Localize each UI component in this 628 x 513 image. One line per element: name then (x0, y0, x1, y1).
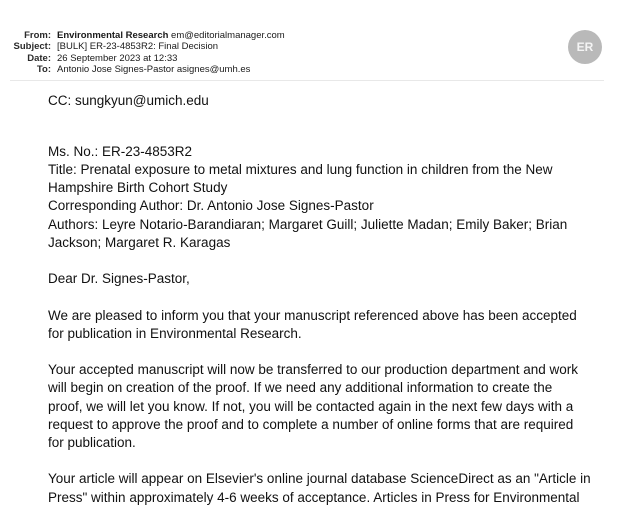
subject-label: Subject: (13, 41, 51, 52)
corresponding-author: Corresponding Author: Dr. Antonio Jose S… (48, 198, 374, 214)
paragraph-2-line-5: for publication. (48, 435, 136, 450)
greeting: Dear Dr. Signes-Pastor, (48, 271, 190, 287)
manuscript-number: Ms. No.: ER-23-4853R2 (48, 143, 193, 159)
recipient[interactable]: Antonio Jose Signes-Pastor asignes@umh.e… (57, 64, 250, 76)
sender-name[interactable]: Environmental Research (57, 30, 168, 41)
paragraph-1-line-2: for publication in Environmental Researc… (48, 325, 302, 341)
paragraph-2-line-4: request to approve the proof and to comp… (48, 416, 574, 432)
paragraph-2-line-3: proof, we will let you know. If not, you… (48, 398, 574, 414)
header-divider (10, 80, 604, 81)
sender-avatar: ER (568, 30, 602, 64)
paragraph-2-line-2: will begin on creation of the proof. If … (48, 380, 553, 396)
email-body: CC: sungkyun@umich.edu Ms. No.: ER-23-48… (48, 92, 608, 507)
subject-text: [BULK] ER-23-4853R2: Final Decision (57, 41, 219, 52)
manuscript-title-line-1: Title: Prenatal exposure to metal mixtur… (48, 162, 553, 177)
paragraph-2-line-1: Your accepted manuscript will now be tra… (48, 362, 579, 378)
paragraph-1-line-1: We are pleased to inform you that your m… (48, 307, 577, 323)
email-header: From: Environmental Research em@editoria… (0, 0, 628, 80)
cc-line: CC: sungkyun@umich.edu (48, 93, 209, 108)
paragraph-3-line-2: Press" within approximately 4-6 weeks of… (48, 489, 580, 505)
sender-email[interactable]: em@editorialmanager.com (171, 30, 285, 41)
authors-line-1: Authors: Leyre Notario-Barandiaran; Marg… (48, 216, 568, 232)
paragraph-3-line-1: Your article will appear on Elsevier's o… (48, 471, 591, 487)
to-label: To: (36, 64, 51, 75)
manuscript-title-line-2: Hampshire Birth Cohort Study (48, 180, 228, 196)
authors-line-2: Jackson; Margaret R. Karagas (48, 234, 231, 250)
